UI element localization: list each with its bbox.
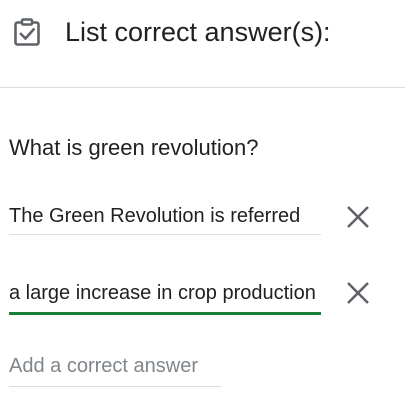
add-answer-input[interactable]	[9, 346, 221, 387]
answer-key-panel: List correct answer(s): What is green re…	[0, 0, 405, 404]
answer-row	[9, 274, 389, 315]
remove-answer-button[interactable]	[343, 278, 373, 308]
close-icon	[347, 206, 369, 228]
remove-answer-button[interactable]	[343, 202, 373, 232]
panel-header: List correct answer(s):	[0, 0, 405, 88]
assignment-check-icon	[12, 17, 42, 47]
question-text: What is green revolution?	[9, 135, 259, 160]
answer-row	[9, 198, 389, 238]
panel-title: List correct answer(s):	[65, 17, 331, 47]
close-icon	[347, 282, 369, 304]
answer-input-focused[interactable]	[9, 274, 321, 315]
answer-input[interactable]	[9, 198, 321, 235]
